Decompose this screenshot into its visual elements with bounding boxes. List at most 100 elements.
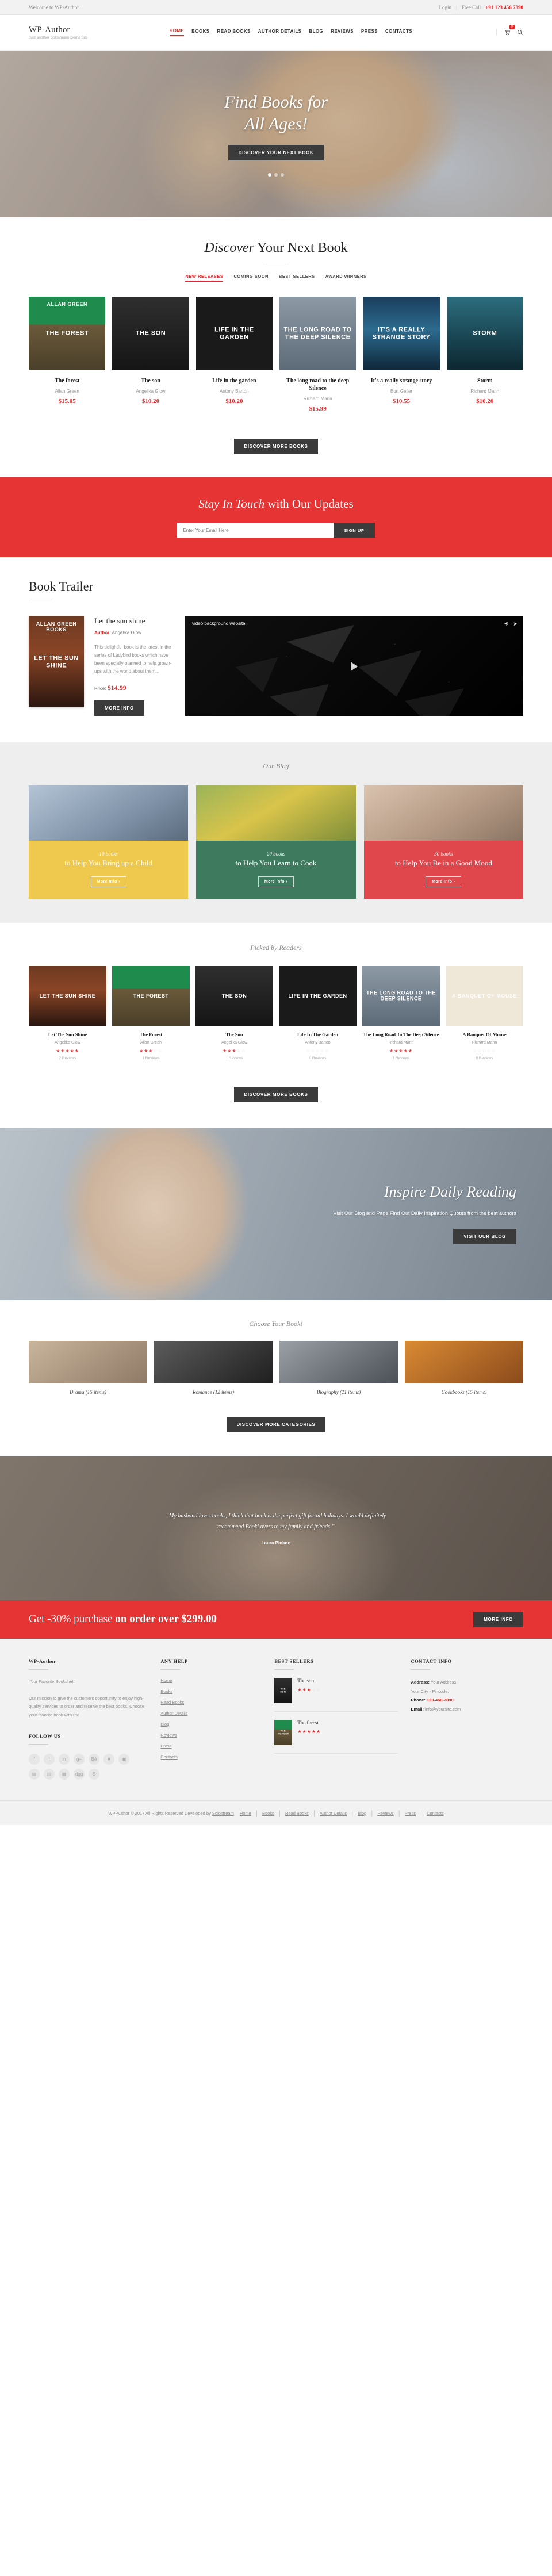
social-icon-2[interactable]: in xyxy=(59,1754,70,1765)
bestseller-item[interactable]: THE FOREST The forest ★★★★★ xyxy=(274,1719,398,1754)
review-count[interactable]: 2 Reviews xyxy=(29,1056,106,1060)
login-link[interactable]: Login xyxy=(439,5,452,10)
newsletter-email-input[interactable] xyxy=(177,523,334,538)
book-cover[interactable]: THE FOREST xyxy=(112,965,190,1026)
tab-coming-soon[interactable]: COMING SOON xyxy=(233,274,269,282)
bestseller-item[interactable]: THE SON The son ★★★☆☆ xyxy=(274,1677,398,1712)
bestseller-cover[interactable]: THE SON xyxy=(274,1677,292,1703)
trailer-video-player[interactable]: video background website ☀ ➤ xyxy=(185,616,523,735)
footer-link-press[interactable]: Press xyxy=(160,1743,262,1749)
promo-more-info-button[interactable]: MORE INFO xyxy=(473,1611,523,1627)
review-count[interactable]: 0 Reviews xyxy=(279,1056,356,1060)
hero-slider-dots[interactable] xyxy=(268,173,284,177)
email-value[interactable]: info@yoursite.com xyxy=(425,1707,461,1712)
bestseller-cover[interactable]: THE FOREST xyxy=(274,1719,292,1745)
footer-link-home[interactable]: Home xyxy=(160,1678,262,1683)
slider-dot-2[interactable] xyxy=(274,173,278,177)
book-cover[interactable]: THE SON xyxy=(112,297,189,370)
book-cover[interactable]: ALLAN GREEN THE FOREST xyxy=(29,297,106,370)
review-count[interactable]: 0 Reviews xyxy=(446,1056,523,1060)
book-card[interactable]: THE LONG ROAD TO THE DEEP SILENCE The lon… xyxy=(279,297,356,412)
book-cover[interactable]: LIFE IN THE GARDEN xyxy=(195,297,273,370)
nav-item-reviews[interactable]: REVIEWS xyxy=(331,29,354,36)
book-card[interactable]: LIFE IN THE GARDEN Life in the garden Anto… xyxy=(195,297,273,412)
social-icon-6[interactable]: ▣ xyxy=(118,1754,129,1765)
book-cover[interactable]: THE SON xyxy=(195,965,273,1026)
footer-bottom-link-books[interactable]: Books xyxy=(262,1811,274,1816)
social-icon-1[interactable]: t xyxy=(44,1754,55,1765)
slider-dot-3[interactable] xyxy=(281,173,284,177)
review-count[interactable]: 1 Reviews xyxy=(112,1056,190,1060)
blog-more-info-link[interactable]: More Info › xyxy=(425,876,462,887)
footer-bottom-link-home[interactable]: Home xyxy=(240,1811,251,1816)
book-card[interactable]: ALLAN GREEN THE FOREST The forest Allan Gre… xyxy=(29,297,106,412)
footer-bottom-link-press[interactable]: Press xyxy=(405,1811,416,1816)
social-icon-8[interactable]: ▥ xyxy=(44,1769,55,1780)
blog-card[interactable]: 20 books to Help You Learn to Cook More In… xyxy=(196,785,356,899)
nav-item-press[interactable]: PRESS xyxy=(361,29,378,36)
nav-item-books[interactable]: BOOKS xyxy=(191,29,209,36)
blog-card[interactable]: 10 books to Help You Bring up a Child More… xyxy=(29,785,189,899)
footer-link-contacts[interactable]: Contacts xyxy=(160,1754,262,1759)
footer-bottom-link-blog[interactable]: Blog xyxy=(358,1811,366,1816)
footer-bottom-link-author-details[interactable]: Author Details xyxy=(320,1811,347,1816)
hero-cta-button[interactable]: DISCOVER YOUR NEXT BOOK xyxy=(228,145,324,160)
category-card[interactable]: Cookbooks (15 items) xyxy=(405,1340,523,1395)
trailer-more-info-button[interactable]: MORE INFO xyxy=(94,700,144,716)
blog-more-info-link[interactable]: More Info › xyxy=(258,876,294,887)
picked-more-books-button[interactable]: DISCOVER MORE BOOKS xyxy=(233,1086,319,1102)
book-card[interactable]: IT'S A REALLY STRANGE STORY It's a really… xyxy=(363,297,440,412)
discover-more-books-button[interactable]: DISCOVER MORE BOOKS xyxy=(233,439,319,454)
social-icon-5[interactable]: ✖ xyxy=(103,1754,114,1765)
video-play-button[interactable] xyxy=(351,661,358,671)
social-icon-4[interactable]: Bē xyxy=(89,1754,99,1765)
nav-item-contacts[interactable]: CONTACTS xyxy=(385,29,412,36)
book-cover[interactable]: THE LONG ROAD TO THE DEEP SILENCE xyxy=(279,297,356,370)
social-icon-10[interactable]: dgg xyxy=(74,1769,85,1780)
site-logo[interactable]: WP-Author Just another Solostream Demo S… xyxy=(29,25,88,40)
social-icon-11[interactable]: S xyxy=(89,1769,99,1780)
category-card[interactable]: Drama (15 items) xyxy=(29,1340,147,1395)
blog-card[interactable]: 30 books to Help You Be in a Good Mood Mor… xyxy=(363,785,523,899)
picked-book-card[interactable]: LET THE SUN SHINE Let The Sun Shine Angeli… xyxy=(29,965,106,1060)
slider-dot-1[interactable] xyxy=(268,173,271,177)
footer-bottom-link-reviews[interactable]: Reviews xyxy=(377,1811,393,1816)
review-count[interactable]: 1 Reviews xyxy=(362,1056,440,1060)
picked-book-card[interactable]: A BANQUET OF MOUSE A Banquet Of Mouse Rich… xyxy=(446,965,523,1060)
book-card[interactable]: STORM Storm Richard Mann $10.20 xyxy=(446,297,523,412)
picked-book-card[interactable]: LIFE IN THE GARDEN Life In The Garden Anto… xyxy=(279,965,356,1060)
social-icon-0[interactable]: f xyxy=(29,1754,40,1765)
tab-award-winners[interactable]: AWARD WINNERS xyxy=(325,274,367,282)
book-cover[interactable]: STORM xyxy=(446,297,523,370)
tab-new-releases[interactable]: NEW RELEASES xyxy=(185,274,224,282)
social-icon-3[interactable]: g+ xyxy=(74,1754,85,1765)
review-count[interactable]: 1 Reviews xyxy=(195,1056,273,1060)
book-cover[interactable]: THE LONG ROAD TO THE DEEP SILENCE xyxy=(362,965,440,1026)
social-icon-7[interactable]: ▤ xyxy=(29,1769,40,1780)
visit-blog-button[interactable]: VISIT OUR BLOG xyxy=(453,1228,516,1244)
footer-bottom-link-contacts[interactable]: Contacts xyxy=(427,1811,444,1816)
nav-item-home[interactable]: HOME xyxy=(169,28,185,37)
book-cover[interactable]: LIFE IN THE GARDEN xyxy=(279,965,356,1026)
nav-item-author-details[interactable]: AUTHOR DETAILS xyxy=(258,29,302,36)
book-cover[interactable]: A BANQUET OF MOUSE xyxy=(446,965,523,1026)
picked-book-card[interactable]: THE SON The Son Angelika Glow ★★★☆☆ 1 Review… xyxy=(195,965,273,1060)
blog-more-info-link[interactable]: More Info › xyxy=(90,876,126,887)
social-icon-9[interactable]: ▦ xyxy=(59,1769,70,1780)
picked-book-card[interactable]: THE FOREST The Forest Allan Green ★★★☆☆ 1 Re… xyxy=(112,965,190,1060)
nav-item-blog[interactable]: BLOG xyxy=(309,29,323,36)
footer-link-reviews[interactable]: Reviews xyxy=(160,1732,262,1738)
book-cover[interactable]: IT'S A REALLY STRANGE STORY xyxy=(363,297,440,370)
footer-link-read-books[interactable]: Read Books xyxy=(160,1700,262,1705)
cart-button[interactable]: 0 xyxy=(504,25,515,36)
newsletter-signup-button[interactable]: SIGN UP xyxy=(334,523,375,538)
category-card[interactable]: Romance (12 items) xyxy=(154,1340,273,1395)
footer-link-author-details[interactable]: Author Details xyxy=(160,1711,262,1716)
footer-link-blog[interactable]: Blog xyxy=(160,1722,262,1727)
search-icon[interactable] xyxy=(516,29,523,36)
picked-book-card[interactable]: THE LONG ROAD TO THE DEEP SILENCE The Lon… xyxy=(362,965,440,1060)
discover-more-categories-button[interactable]: DISCOVER MORE CATEGORIES xyxy=(226,1416,326,1432)
trailer-book-cover[interactable]: ALLAN GREEN BOOKS LET THE SUN SHINE xyxy=(29,616,84,707)
book-cover[interactable]: LET THE SUN SHINE xyxy=(29,965,106,1026)
tab-best-sellers[interactable]: BEST SELLERS xyxy=(279,274,315,282)
